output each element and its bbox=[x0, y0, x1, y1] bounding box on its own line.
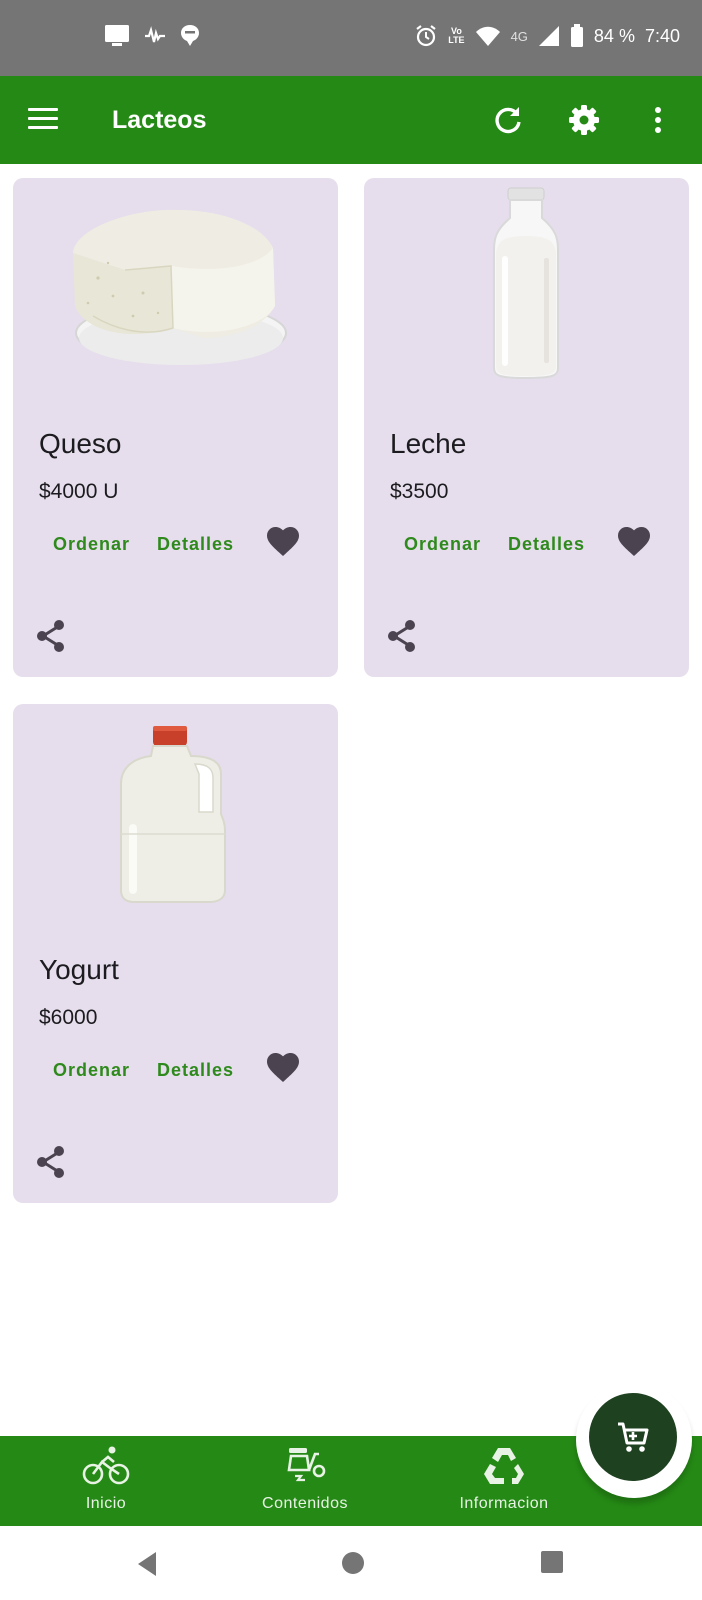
product-price: $4000 U bbox=[39, 480, 119, 503]
order-button[interactable]: Ordenar bbox=[53, 1060, 130, 1081]
product-card-yogurt[interactable]: Yogurt $6000 Ordenar Detalles bbox=[13, 704, 338, 1203]
app-screen: Vo LTE 4G 84 % 7:40 Lacteos Queso $4000 … bbox=[0, 0, 702, 1600]
network-type: 4G bbox=[510, 28, 528, 44]
settings-icon[interactable] bbox=[566, 102, 602, 138]
cart-icon bbox=[618, 1422, 649, 1452]
screen-icon bbox=[105, 25, 129, 46]
product-card-queso[interactable]: Queso $4000 U Ordenar Detalles bbox=[13, 178, 338, 677]
yogurt-jug-image bbox=[120, 726, 226, 903]
heart-icon[interactable] bbox=[265, 1050, 301, 1086]
status-right-icons: Vo LTE 4G 84 % 7:40 bbox=[414, 24, 680, 48]
order-button[interactable]: Ordenar bbox=[404, 534, 481, 555]
cheese-image bbox=[73, 209, 287, 365]
scooter-icon bbox=[287, 1448, 326, 1482]
app-bar: Lacteos bbox=[0, 76, 702, 164]
heart-icon[interactable] bbox=[265, 524, 301, 560]
share-icon[interactable] bbox=[384, 618, 420, 654]
cart-button[interactable] bbox=[589, 1393, 677, 1481]
bicycle-icon bbox=[82, 1446, 130, 1485]
product-price: $3500 bbox=[390, 480, 449, 503]
page-title: Lacteos bbox=[112, 106, 207, 134]
nav-label: Informacion bbox=[459, 1495, 549, 1512]
share-icon[interactable] bbox=[33, 618, 69, 654]
nav-item-informacion[interactable]: Informacion bbox=[434, 1436, 574, 1526]
menu-icon[interactable] bbox=[26, 104, 62, 136]
product-name: Queso bbox=[39, 428, 122, 459]
status-left-icons bbox=[104, 24, 200, 48]
product-name: Yogurt bbox=[39, 954, 119, 985]
battery-percent: 84 % bbox=[593, 25, 635, 46]
milk-bottle-image bbox=[493, 187, 559, 380]
wifi-icon bbox=[475, 26, 500, 46]
more-vert-icon[interactable] bbox=[640, 102, 676, 138]
cell-signal-icon bbox=[538, 26, 559, 46]
volte-icon: Vo LTE bbox=[448, 27, 464, 45]
product-card-leche[interactable]: Leche $3500 Ordenar Detalles bbox=[364, 178, 689, 677]
details-button[interactable]: Detalles bbox=[157, 1060, 234, 1081]
battery-icon bbox=[570, 24, 583, 47]
status-bar: Vo LTE 4G 84 % 7:40 bbox=[0, 0, 702, 76]
nav-label: Inicio bbox=[85, 1495, 127, 1512]
volte-bottom-text: LTE bbox=[448, 35, 465, 45]
system-navigation bbox=[0, 1526, 702, 1600]
nav-label: Contenidos bbox=[262, 1495, 348, 1512]
clock: 7:40 bbox=[644, 25, 680, 46]
home-icon[interactable] bbox=[340, 1550, 366, 1576]
details-button[interactable]: Detalles bbox=[157, 534, 234, 555]
back-icon[interactable] bbox=[134, 1550, 160, 1578]
alarm-icon bbox=[416, 25, 436, 47]
nav-item-contenidos[interactable]: Contenidos bbox=[235, 1436, 375, 1526]
product-name: Leche bbox=[390, 428, 467, 459]
details-button[interactable]: Detalles bbox=[508, 534, 585, 555]
signal-wave-icon bbox=[145, 26, 165, 43]
recycle-icon bbox=[484, 1448, 524, 1484]
recents-icon[interactable] bbox=[540, 1550, 564, 1574]
share-icon[interactable] bbox=[33, 1144, 69, 1180]
chat-bubble-icon bbox=[181, 25, 199, 46]
order-button[interactable]: Ordenar bbox=[53, 534, 130, 555]
refresh-icon[interactable] bbox=[490, 102, 526, 138]
nav-item-inicio[interactable]: Inicio bbox=[36, 1436, 176, 1526]
heart-icon[interactable] bbox=[616, 524, 652, 560]
product-price: $6000 bbox=[39, 1006, 98, 1029]
